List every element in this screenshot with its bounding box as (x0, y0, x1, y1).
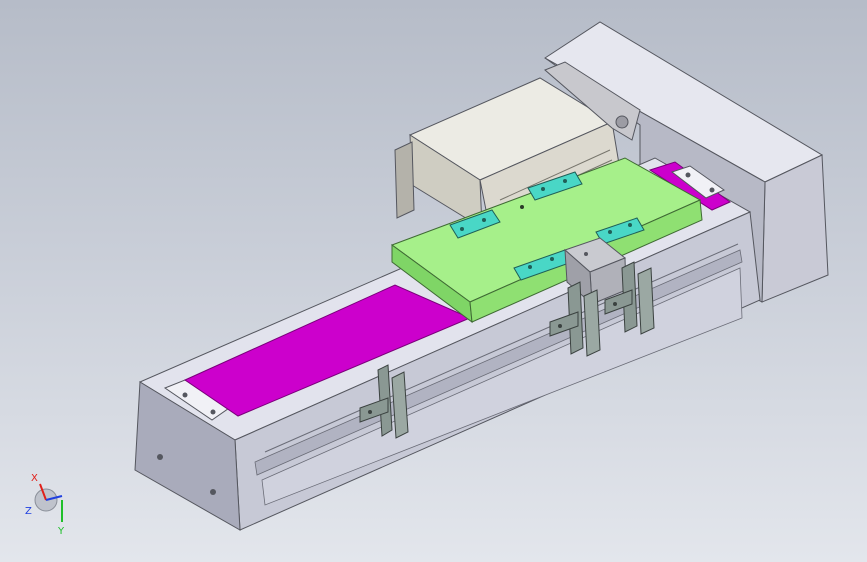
z-axis-label: Z (25, 506, 32, 517)
y-axis-label: Y (57, 526, 65, 537)
graphics-viewport[interactable]: X Z Y (0, 0, 867, 562)
axis-triad-icon: X Z Y (25, 473, 65, 537)
x-axis-label: X (31, 473, 38, 484)
cad-model[interactable]: X Z Y (0, 0, 867, 562)
